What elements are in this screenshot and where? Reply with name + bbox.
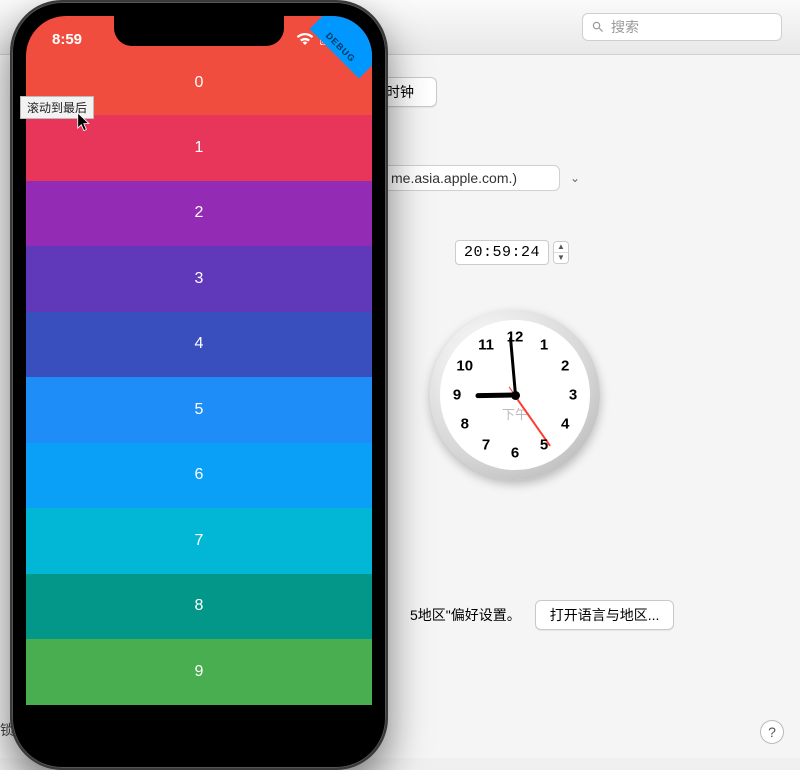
clock-number: 6 [511, 445, 519, 462]
list-item-label: 5 [195, 401, 204, 419]
clock-number: 12 [507, 329, 524, 346]
clock-number: 5 [540, 437, 548, 454]
clock-pivot [511, 391, 520, 400]
footer-text: 5地区"偏好设置。 [410, 605, 521, 625]
list-item-label: 4 [195, 335, 204, 353]
clock-hour-hand [475, 393, 515, 399]
time-row: 20:59:24 ▲ ▼ [455, 240, 569, 265]
list-item[interactable]: 6 [26, 443, 372, 509]
clock-number: 10 [456, 358, 473, 375]
clock-number: 1 [540, 336, 548, 353]
list-item[interactable]: 9 [26, 639, 372, 705]
clock-bezel: 下午 121234567891011 [430, 310, 600, 480]
clock-number: 3 [569, 387, 577, 404]
analog-clock: 下午 121234567891011 [430, 310, 600, 480]
cursor-icon [76, 112, 93, 134]
list-item[interactable]: 4 [26, 312, 372, 378]
stepper-up-icon[interactable]: ▲ [554, 242, 568, 253]
list-item[interactable]: 3 [26, 246, 372, 312]
clock-number: 2 [561, 358, 569, 375]
clock-number: 9 [453, 387, 461, 404]
time-server-row: me.asia.apple.com.) ⌄ [380, 165, 580, 191]
time-server-value: me.asia.apple.com.) [391, 170, 517, 186]
time-stepper[interactable]: ▲ ▼ [553, 241, 569, 264]
list-item-label: 8 [195, 597, 204, 615]
volume-down-button [10, 247, 12, 305]
search-placeholder: 搜索 [611, 17, 639, 37]
list-item[interactable]: 5 [26, 377, 372, 443]
list-item[interactable]: 8 [26, 574, 372, 640]
chevron-down-icon[interactable]: ⌄ [570, 171, 580, 185]
list-item-label: 3 [195, 270, 204, 288]
help-button[interactable]: ? [760, 720, 784, 744]
list-item-label: 6 [195, 466, 204, 484]
clock-face: 下午 121234567891011 [440, 320, 590, 470]
status-time: 8:59 [52, 31, 82, 48]
list-item-label: 1 [195, 139, 204, 157]
time-field[interactable]: 20:59:24 [455, 240, 549, 265]
wifi-icon [296, 33, 314, 45]
notch [114, 16, 284, 46]
search-input[interactable]: 搜索 [582, 13, 782, 41]
stepper-down-icon[interactable]: ▼ [554, 253, 568, 263]
side-button [386, 192, 388, 272]
footer-row: 5地区"偏好设置。 打开语言与地区... [410, 600, 674, 630]
clock-number: 11 [478, 336, 494, 353]
list-item-label: 7 [195, 532, 204, 550]
time-server-dropdown[interactable]: me.asia.apple.com.) [380, 165, 560, 191]
clock-number: 8 [461, 416, 469, 433]
list-item[interactable]: 2 [26, 181, 372, 247]
list-item-label: 9 [195, 663, 204, 681]
volume-up-button [10, 177, 12, 235]
clock-number: 7 [482, 437, 490, 454]
list-item-label: 0 [195, 74, 204, 92]
list-item[interactable]: 7 [26, 508, 372, 574]
mute-switch [10, 122, 12, 154]
search-icon [591, 20, 605, 34]
open-language-region-button[interactable]: 打开语言与地区... [535, 600, 675, 630]
home-indicator [134, 742, 264, 747]
clock-number: 4 [561, 416, 569, 433]
list-item-label: 2 [195, 204, 204, 222]
